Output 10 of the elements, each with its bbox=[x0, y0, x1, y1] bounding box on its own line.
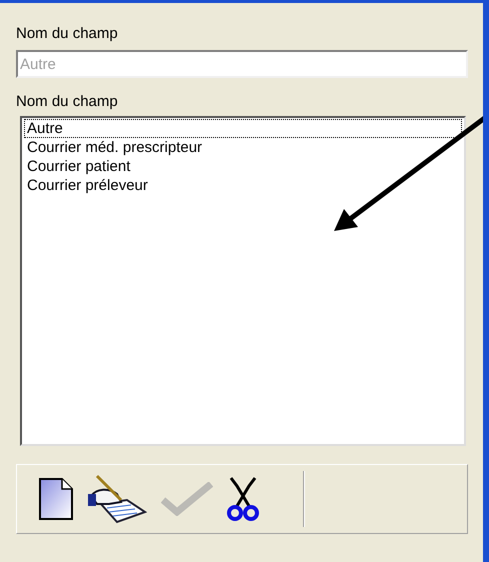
list-label: Nom du champ bbox=[16, 92, 119, 112]
hand-writing-icon bbox=[87, 474, 147, 524]
document-icon bbox=[39, 478, 73, 520]
list-item[interactable]: Courrier préleveur bbox=[24, 176, 462, 195]
list-item[interactable]: Courrier méd. prescripteur bbox=[24, 138, 462, 157]
checkmark-icon bbox=[161, 482, 213, 516]
list-item[interactable]: Courrier patient bbox=[24, 157, 462, 176]
scissors-icon bbox=[227, 476, 259, 522]
list-item[interactable]: Autre bbox=[24, 119, 462, 138]
field-label: Nom du champ bbox=[16, 24, 119, 44]
